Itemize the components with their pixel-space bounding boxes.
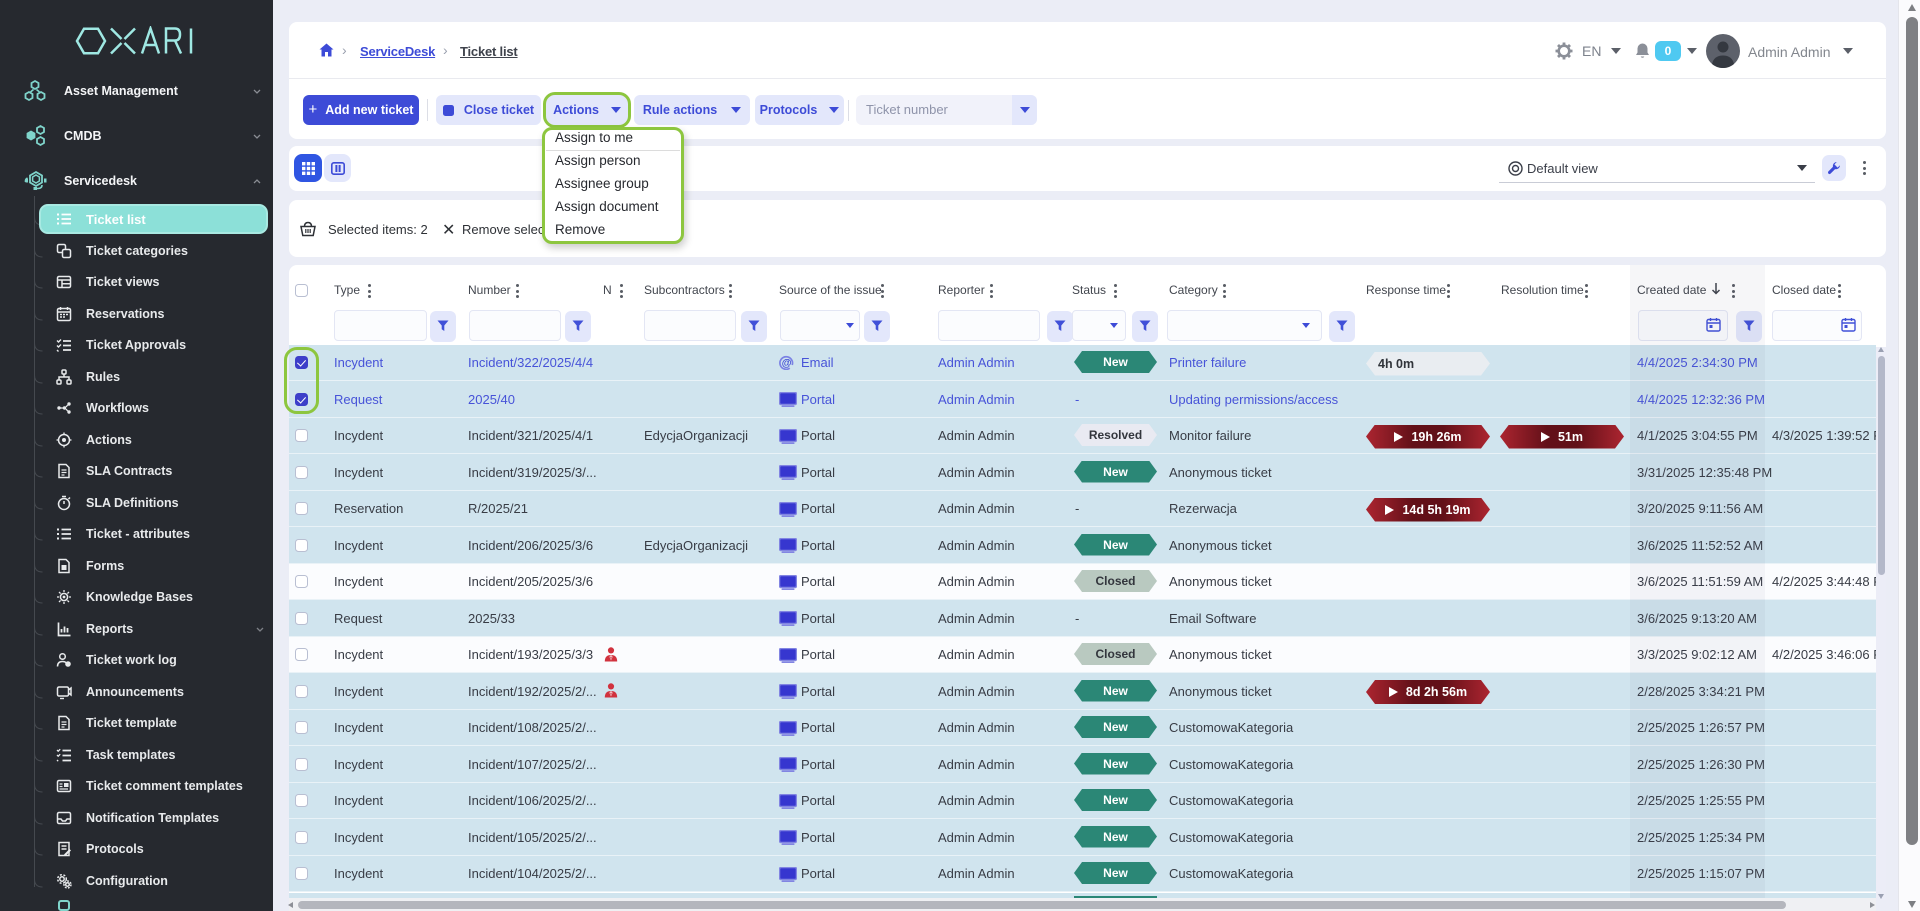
svg-text:@: @ (782, 358, 792, 369)
